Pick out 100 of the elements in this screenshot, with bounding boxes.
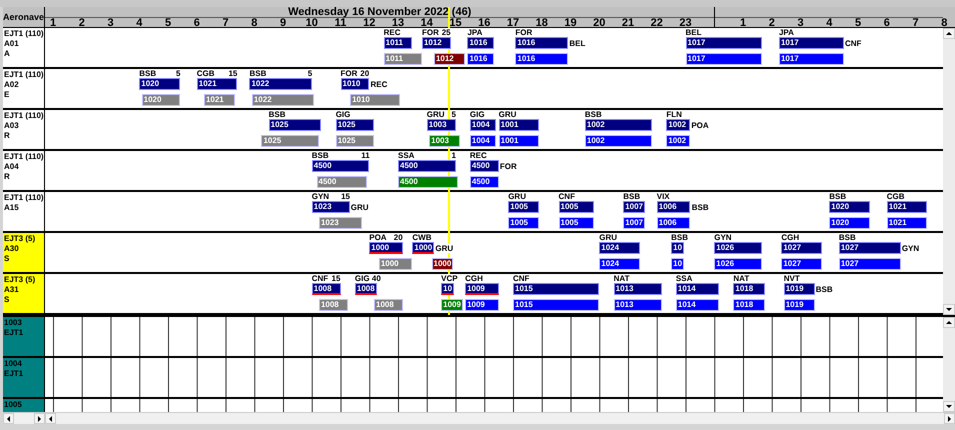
flight-bar[interactable]: 1024 <box>599 242 640 254</box>
hour-label: 12 <box>363 18 376 28</box>
flight-bar[interactable]: 1020 <box>139 78 180 90</box>
flight-bar[interactable]: 1016 <box>515 53 568 65</box>
aircraft-label: S <box>4 254 10 264</box>
flight-bar[interactable]: 1017 <box>778 53 844 65</box>
flight-bar[interactable]: 1027 <box>781 242 822 254</box>
flight-bar[interactable]: 1021 <box>196 78 238 90</box>
flight-bar[interactable]: 1015 <box>513 283 600 295</box>
flight-bar[interactable]: 1025 <box>336 135 374 147</box>
flight-bar[interactable]: 1021 <box>886 201 928 213</box>
flight-bar[interactable]: 1005 <box>558 217 594 229</box>
flight-bar[interactable]: 1020 <box>829 201 870 213</box>
flight-bar[interactable]: 1019 <box>784 299 815 311</box>
flight-bar[interactable]: 1000 <box>378 258 412 270</box>
vertical-scrollbar[interactable] <box>943 28 955 315</box>
horizontal-scrollbar[interactable] <box>3 412 955 424</box>
flight-bar[interactable]: 1001 <box>498 135 540 147</box>
flight-bar[interactable]: 1014 <box>676 299 720 311</box>
flight-bar[interactable]: 1025 <box>261 135 319 147</box>
flight-bar[interactable]: 10 <box>671 242 684 254</box>
flight-bar[interactable]: 1013 <box>614 299 662 311</box>
vertical-scrollbar[interactable] <box>943 317 955 412</box>
resource-label: 1004 <box>4 359 23 369</box>
airport-code: GIG <box>470 110 485 119</box>
flight-bar[interactable]: 1006 <box>656 217 690 229</box>
flight-bar[interactable]: 4500 <box>398 176 458 188</box>
flight-bar[interactable]: 4500 <box>398 160 456 172</box>
flight-bar[interactable]: 1005 <box>558 201 594 213</box>
flight-bar[interactable]: 1008 <box>312 283 340 295</box>
flight-bar[interactable]: 1016 <box>467 37 494 49</box>
flight-bar[interactable]: 1017 <box>686 53 762 65</box>
flight-bar[interactable]: 1008 <box>374 299 403 311</box>
flight-bar[interactable]: 1018 <box>733 299 765 311</box>
flight-bar[interactable]: 1023 <box>318 217 362 229</box>
flight-bar[interactable]: 1020 <box>829 217 870 229</box>
flight-bar[interactable]: 1010 <box>340 78 370 90</box>
flight-bar[interactable]: 1027 <box>838 242 902 254</box>
flight-bar[interactable]: 1022 <box>249 78 312 90</box>
flight-bar[interactable]: 1009 <box>465 283 499 295</box>
flight-bar[interactable]: 1013 <box>614 283 662 295</box>
flight-bar[interactable]: 1002 <box>584 135 652 147</box>
airport-code: GYN <box>714 233 732 242</box>
time-note: 1 <box>452 151 456 160</box>
flight-bar[interactable]: 4500 <box>470 176 499 188</box>
flight-bar[interactable]: 1005 <box>508 217 540 229</box>
flight-bar[interactable]: 1021 <box>886 217 928 229</box>
flight-bar[interactable]: 1011 <box>384 37 412 49</box>
flight-bar[interactable]: 1027 <box>838 258 902 270</box>
flight-bar[interactable]: 1019 <box>784 283 815 295</box>
flight-bar[interactable]: 1017 <box>686 37 762 49</box>
flight-bar[interactable]: 1016 <box>467 53 494 65</box>
airport-code: GRU <box>508 192 526 201</box>
flight-bar[interactable]: 1026 <box>714 258 762 270</box>
flight-bar[interactable]: 1025 <box>336 119 374 131</box>
flight-bar[interactable]: 10 <box>671 258 684 270</box>
flight-bar[interactable]: 1002 <box>666 119 690 131</box>
flight-bar[interactable]: 1017 <box>778 37 844 49</box>
flight-bar[interactable]: 4500 <box>470 160 499 172</box>
flight-bar[interactable]: 1012 <box>422 37 451 49</box>
flight-bar[interactable]: 1000 <box>432 258 454 270</box>
flight-bar[interactable]: 1022 <box>252 94 314 106</box>
flight-bar[interactable]: 1027 <box>781 258 822 270</box>
flight-bar[interactable]: 1004 <box>470 119 496 131</box>
flight-bar[interactable]: 1009 <box>465 299 499 311</box>
flight-bar[interactable]: 1008 <box>318 299 348 311</box>
flight-bar[interactable]: 1000 <box>369 242 403 254</box>
flight-bar[interactable]: 4500 <box>316 176 367 188</box>
flight-bar[interactable]: 1015 <box>513 299 600 311</box>
flight-bar[interactable]: 1026 <box>714 242 762 254</box>
flight-bar[interactable]: 1012 <box>434 53 466 65</box>
flight-bar[interactable]: 1002 <box>584 119 652 131</box>
hour-label: 6 <box>884 18 890 28</box>
flight-bar[interactable]: 1002 <box>666 135 690 147</box>
hour-label: 1 <box>50 18 56 28</box>
flight-bar[interactable]: 1008 <box>354 283 377 295</box>
flight-bar[interactable]: 1001 <box>498 119 540 131</box>
flight-bar[interactable]: 1007 <box>623 217 645 229</box>
flight-bar[interactable]: 1003 <box>426 119 456 131</box>
flight-bar[interactable]: 1018 <box>733 283 765 295</box>
flight-bar[interactable]: 1023 <box>312 201 350 213</box>
flight-bar[interactable]: 1021 <box>204 94 236 106</box>
flight-bar[interactable]: 1004 <box>470 135 496 147</box>
airport-code: SSA <box>676 274 692 283</box>
flight-bar[interactable]: 1003 <box>429 135 460 147</box>
flight-bar[interactable]: 1006 <box>656 201 690 213</box>
date-title: Wednesday 16 November 2022 (46) <box>288 7 472 18</box>
flight-bar[interactable]: 1014 <box>676 283 720 295</box>
flight-bar[interactable]: 4500 <box>312 160 370 172</box>
flight-bar[interactable]: 1024 <box>599 258 640 270</box>
flight-bar[interactable]: 1000 <box>412 242 434 254</box>
flight-bar[interactable]: 1007 <box>623 201 645 213</box>
flight-bar[interactable]: 1010 <box>350 94 400 106</box>
flight-bar[interactable]: 1016 <box>515 37 568 49</box>
flight-bar[interactable]: 1005 <box>508 201 540 213</box>
flight-bar[interactable]: 1020 <box>142 94 180 106</box>
flight-bar[interactable]: 10 <box>441 283 454 295</box>
flight-bar[interactable]: 1025 <box>268 119 322 131</box>
flight-bar[interactable]: 1011 <box>384 53 422 65</box>
flight-bar[interactable]: 1009 <box>441 299 463 311</box>
